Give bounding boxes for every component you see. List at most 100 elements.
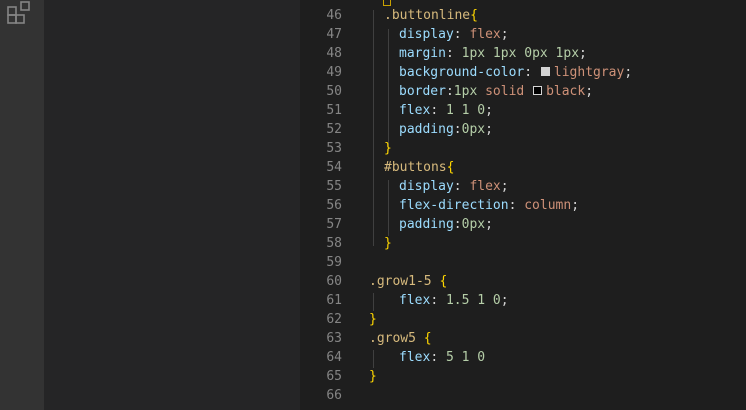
code-text: background-color: lightgray; [399,63,632,82]
code-text: .grow1-5 { [369,272,447,291]
code-token: ; [571,198,580,213]
code-token: 0px [461,217,486,232]
code-line[interactable]: 59 [300,253,746,272]
code-token: } [369,369,377,384]
code-token: .grow5 [369,331,416,346]
code-line[interactable]: 55 display: flex; [300,177,746,196]
code-token: ; [624,65,633,80]
code-text: flex: 1 1 0; [399,101,493,120]
code-line[interactable]: 65} [300,367,746,386]
code-token: #buttons [384,160,447,175]
code-line[interactable]: 54 #buttons{ [300,158,746,177]
line-number: 65 [326,369,342,384]
code-token: : [430,350,446,365]
code-line[interactable]: 61 flex: 1.5 1 0; [300,291,746,310]
color-swatch[interactable] [540,67,550,76]
line-number: 59 [326,255,342,270]
code-text: border:1px solid black; [399,82,593,101]
line-number: 54 [326,160,342,175]
code-text: margin: 1px 1px 0px 1px; [399,44,587,63]
code-token: : [453,122,462,137]
code-token: } [384,141,392,156]
code-text: } [384,139,392,158]
code-token: : [453,217,462,232]
code-token: ; [485,103,493,118]
code-line[interactable]: 63 .grow5 { [300,329,746,348]
code-text: padding:0px; [399,215,493,234]
code-token: ; [500,293,509,308]
code-line[interactable]: 53} [300,139,746,158]
code-token: column [524,198,572,213]
code-text: .grow5 { [369,329,432,348]
code-line[interactable]: 49 background-color: lightgray; [300,63,746,82]
line-number: 53 [326,141,342,156]
code-token: { [423,331,432,346]
code-line[interactable]: 57 padding:0px; [300,215,746,234]
code-token: background-color [399,65,525,80]
code-token: ; [485,217,493,232]
code-token: border [399,84,446,99]
code-token: .buttonline [384,8,471,23]
line-number: 48 [326,46,342,61]
code-token: ; [485,122,493,137]
code-token: : [430,293,446,308]
code-token: padding [399,122,454,137]
code-text: display: flex; [399,177,509,196]
code-token: 1px [453,84,478,99]
activity-bar [0,0,44,410]
line-number: 46 [326,8,342,23]
color-swatch[interactable] [533,86,543,95]
code-token: .grow1-5 [369,274,432,289]
code-token: flex [399,350,431,365]
code-token: 1px 1px 0px 1px [461,46,580,61]
code-line[interactable]: 60 .grow1-5 { [300,272,746,291]
code-token: } [369,312,377,327]
code-token: { [439,274,448,289]
code-token: display [399,27,454,42]
code-token: : [453,179,470,194]
code-token: ; [585,84,594,99]
code-token: margin [399,46,446,61]
code-line[interactable]: 48 margin: 1px 1px 0px 1px; [300,44,746,63]
code-line[interactable]: 56 flex-direction: column; [300,196,746,215]
code-line[interactable]: 46 .buttonline{ [300,6,746,25]
code-token: { [446,160,455,175]
code-token: : [445,84,454,99]
line-number: 50 [326,84,342,99]
line-number: 52 [326,122,342,137]
code-line[interactable]: 58} [300,234,746,253]
sidebar-panel [44,0,300,410]
line-number: 58 [326,236,342,251]
code-token: flex [469,27,501,42]
code-line[interactable]: 51 flex: 1 1 0; [300,101,746,120]
code-text: flex: 1.5 1 0; [399,291,509,310]
line-number: 51 [326,103,342,118]
code-text: #buttons{ [384,158,454,177]
code-line[interactable]: 62} [300,310,746,329]
extensions-icon[interactable] [7,1,33,25]
code-token: ; [500,27,509,42]
code-token: ; [579,46,587,61]
code-token: 5 1 0 [445,350,486,365]
code-line[interactable]: 50 border:1px solid black; [300,82,746,101]
code-token: : [445,46,462,61]
line-number: 47 [326,27,342,42]
code-line[interactable]: 66 [300,386,746,405]
code-token: } [384,236,392,251]
code-token: ; [500,179,509,194]
code-token: flex-direction [399,198,509,213]
line-number: 49 [326,65,342,80]
code-text: } [369,367,377,386]
line-number: 56 [326,198,342,213]
code-editor[interactable]: 46 .buttonline{47 display: flex; 48 margin: … [300,0,746,410]
code-token: { [470,8,478,23]
code-text: .buttonline{ [384,6,478,25]
code-line[interactable]: 64 flex: 5 1 0 [300,348,746,367]
code-line[interactable]: 47 display: flex; [300,25,746,44]
code-token: flex [399,293,431,308]
code-token: padding [399,217,454,232]
line-number: 64 [326,350,342,365]
code-line[interactable]: 52 padding:0px; [300,120,746,139]
line-number: 57 [326,217,342,232]
